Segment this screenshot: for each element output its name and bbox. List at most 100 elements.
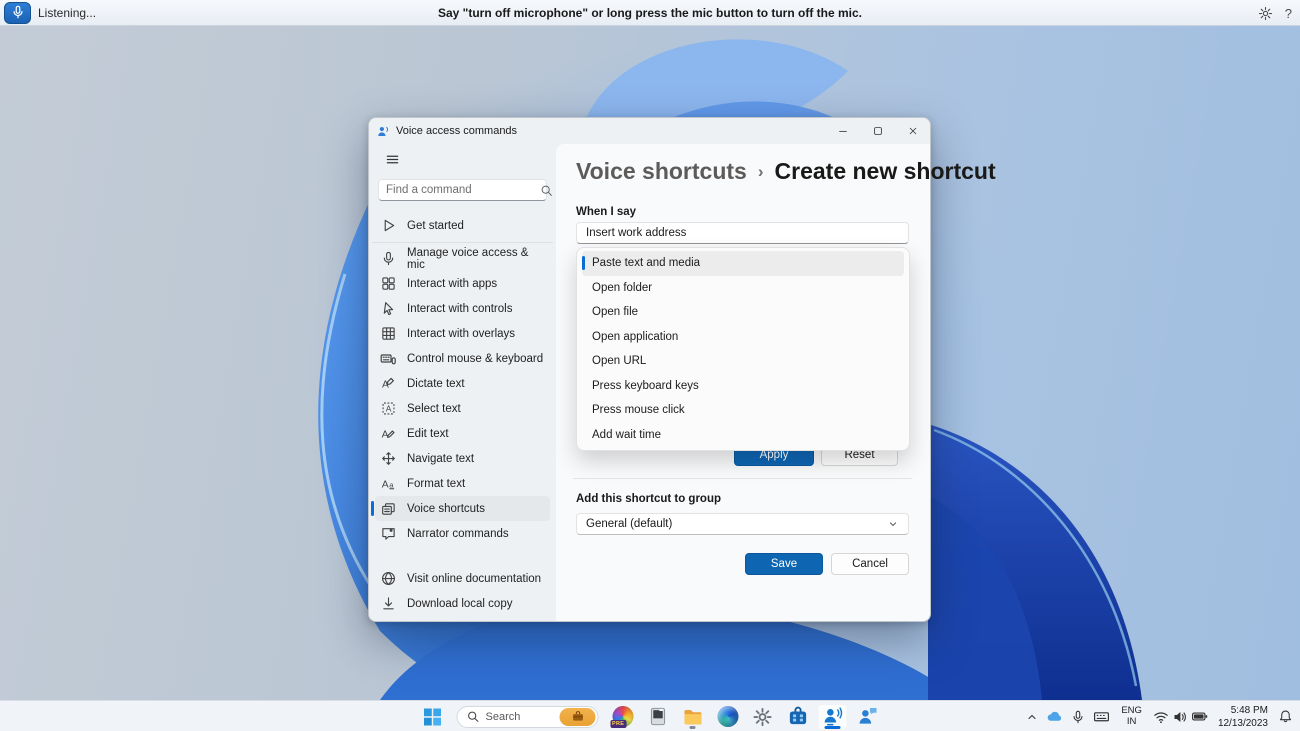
search-icon	[467, 710, 480, 723]
breadcrumb-chevron-icon: ›	[757, 162, 764, 181]
taskbar-app-file-explorer[interactable]	[678, 704, 708, 730]
voice-status-text: Listening...	[38, 6, 97, 20]
tray-clock[interactable]: 5:48 PM 12/13/2023	[1212, 704, 1274, 730]
voice-help-icon[interactable]: ?	[1285, 6, 1292, 21]
menu-item-paste-text-and-media[interactable]: Paste text and media	[582, 251, 904, 276]
window-titlebar[interactable]: Voice access commands	[369, 118, 930, 144]
start-button[interactable]	[418, 704, 448, 730]
taskbar-app-voice-access[interactable]	[817, 703, 848, 730]
svg-text:A: A	[381, 430, 388, 441]
group-select[interactable]: General (default)	[576, 513, 909, 535]
voice-settings-gear-icon[interactable]	[1258, 6, 1273, 21]
preview-app-icon: PRE	[610, 706, 633, 728]
breadcrumb-parent[interactable]: Voice shortcuts	[576, 158, 747, 184]
settings-gear-icon	[753, 707, 773, 727]
microphone-icon	[11, 5, 25, 22]
microphone-icon	[380, 251, 396, 267]
menu-item-open-application[interactable]: Open application	[582, 325, 904, 350]
search-highlight-image[interactable]	[559, 707, 596, 726]
sidebar-item-voice-shortcuts[interactable]: Voice shortcuts	[371, 496, 550, 521]
sidebar-item-get-started[interactable]: Get started	[375, 213, 550, 238]
notification-bell-icon	[1278, 709, 1293, 724]
sidebar-item-download-local-copy[interactable]: Download local copy	[375, 591, 550, 616]
close-button[interactable]	[895, 118, 930, 144]
group-select-value: General (default)	[586, 518, 673, 530]
voice-access-mic-button[interactable]	[4, 2, 31, 24]
taskbar-app-toolbox[interactable]	[783, 704, 813, 730]
sidebar-item-manage-voice-access-mic[interactable]: Manage voice access & mic	[375, 246, 550, 271]
system-tray: ENG IN 5:48 PM 12/13/2023	[1022, 701, 1297, 731]
select-text-icon: A	[380, 401, 396, 417]
sidebar-item-visit-online-documentation[interactable]: Visit online documentation	[375, 566, 550, 591]
taskbar-app-insider-preview[interactable]: PRE	[608, 704, 638, 730]
sidebar-item-interact-with-overlays[interactable]: Interact with overlays	[375, 321, 550, 346]
sidebar-item-label: Interact with overlays	[407, 327, 516, 340]
person-chat-app-icon	[857, 706, 878, 727]
sidebar-item-label: Format text	[407, 477, 466, 490]
toolbox-app-icon	[787, 706, 808, 727]
tray-language-switcher[interactable]: ENG IN	[1114, 704, 1149, 730]
menu-item-label: Press mouse click	[592, 404, 685, 417]
sidebar-item-dictate-text[interactable]: A Dictate text	[375, 371, 550, 396]
menu-item-press-keyboard-keys[interactable]: Press keyboard keys	[582, 374, 904, 399]
cursor-icon	[380, 301, 396, 317]
command-search-input[interactable]	[386, 184, 540, 196]
taskbar-app-settings[interactable]	[748, 704, 778, 730]
sidebar-item-select-text[interactable]: A Select text	[375, 396, 550, 421]
battery-icon	[1191, 708, 1208, 725]
svg-text:a: a	[389, 480, 394, 489]
file-explorer-icon	[682, 706, 703, 727]
sidebar-item-interact-with-controls[interactable]: Interact with controls	[375, 296, 550, 321]
sidebar-item-format-text[interactable]: Aa Format text	[375, 471, 550, 496]
sidebar-item-navigate-text[interactable]: Navigate text	[375, 446, 550, 471]
tray-onedrive[interactable]	[1042, 704, 1067, 730]
command-search-box[interactable]	[378, 179, 552, 201]
maximize-button[interactable]	[860, 118, 895, 144]
save-button[interactable]: Save	[745, 553, 823, 575]
menu-item-open-folder[interactable]: Open folder	[582, 276, 904, 301]
play-icon	[380, 218, 396, 234]
tray-microphone[interactable]	[1067, 704, 1089, 730]
menu-item-label: Press keyboard keys	[592, 379, 699, 392]
overlay-grid-icon	[380, 326, 396, 342]
chevron-down-icon	[887, 518, 899, 530]
hamburger-icon	[385, 152, 400, 167]
taskbar-app-device[interactable]	[643, 704, 673, 730]
voice-access-bar: Say "turn off microphone" or long press …	[0, 0, 1300, 26]
navigation-menu-button[interactable]	[377, 148, 407, 170]
minimize-button[interactable]	[825, 118, 860, 144]
tray-network-volume-battery[interactable]	[1149, 704, 1212, 730]
tray-touch-keyboard[interactable]	[1089, 704, 1114, 730]
download-icon	[380, 596, 396, 612]
menu-item-open-file[interactable]: Open file	[582, 300, 904, 325]
tray-notifications[interactable]	[1274, 704, 1297, 730]
menu-item-open-url[interactable]: Open URL	[582, 349, 904, 374]
menu-item-add-wait-time[interactable]: Add wait time	[582, 423, 904, 448]
sidebar-nav: Get started Manage voice access & mic Inte…	[369, 213, 556, 546]
app-icon	[377, 125, 390, 138]
when-i-say-label: When I say	[576, 206, 637, 218]
taskbar-search-placeholder: Search	[485, 710, 521, 723]
apps-grid-icon	[380, 276, 396, 292]
sidebar-item-label: Control mouse & keyboard	[407, 352, 544, 365]
when-i-say-input[interactable]	[576, 222, 909, 244]
keyboard-mouse-icon	[380, 351, 396, 367]
windows-logo-icon	[423, 707, 443, 727]
sidebar-item-interact-with-apps[interactable]: Interact with apps	[375, 271, 550, 296]
sidebar-item-label: Dictate text	[407, 377, 465, 390]
command-sidebar: Get started Manage voice access & mic Inte…	[369, 144, 556, 621]
sidebar-item-label: Edit text	[407, 427, 449, 440]
taskbar-app-get-help[interactable]	[853, 704, 883, 730]
sidebar-item-edit-text[interactable]: A Edit text	[375, 421, 550, 446]
taskbar-search-box[interactable]: Search	[456, 705, 599, 728]
format-text-icon: Aa	[380, 476, 396, 492]
cancel-button[interactable]: Cancel	[831, 553, 909, 575]
voice-access-hint: Say "turn off microphone" or long press …	[437, 6, 863, 20]
menu-item-press-mouse-click[interactable]: Press mouse click	[582, 398, 904, 423]
tray-show-hidden-icons[interactable]	[1022, 704, 1042, 730]
breadcrumb: Voice shortcuts › Create new shortcut	[576, 158, 996, 185]
edge-browser-icon	[717, 706, 738, 727]
sidebar-item-narrator-commands[interactable]: Narrator commands	[375, 521, 550, 546]
sidebar-item-control-mouse-keyboard[interactable]: Control mouse & keyboard	[375, 346, 550, 371]
taskbar-app-edge[interactable]	[713, 704, 743, 730]
